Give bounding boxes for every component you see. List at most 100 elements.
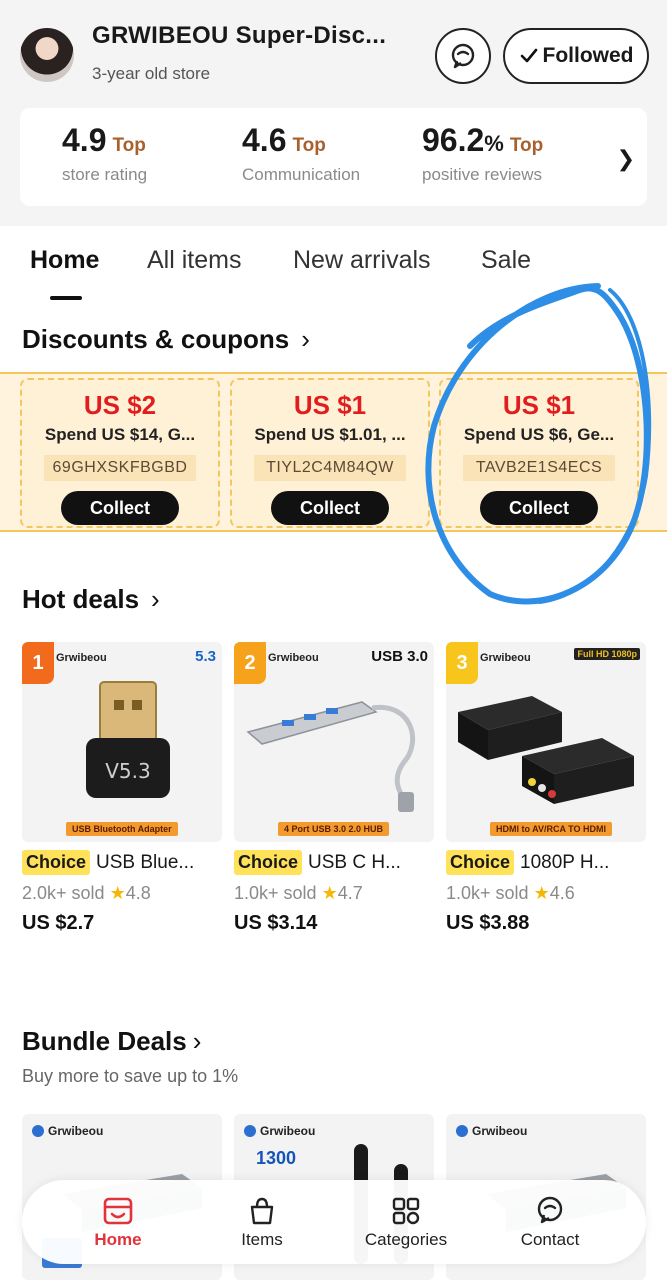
bundle-deals-title: Bundle Deals (22, 1026, 187, 1056)
stat-tag: Top (509, 135, 544, 156)
store-info: GRWIBEOU Super-Disc... 3-year old store … (20, 22, 650, 92)
store-home-icon (103, 1197, 133, 1225)
deal-price: US $2.7 (22, 912, 95, 934)
coupons-section-header[interactable]: Discounts & coupons › (22, 324, 310, 355)
brand-label: Grwibeou (480, 652, 531, 664)
collect-button[interactable]: Collect (271, 491, 389, 525)
hot-deals-title: Hot deals (22, 584, 140, 614)
coupon-amount: US $2 (83, 390, 157, 420)
brand-logo-icon (244, 1125, 256, 1137)
deal-price: US $3.14 (234, 912, 318, 934)
product-banner: HDMI to AV/RCA TO HDMI (490, 822, 612, 836)
stat-store-rating: 4.9 Top store rating (62, 122, 147, 185)
nav-items[interactable]: Items (202, 1192, 322, 1250)
stat-value: 4.9 (62, 122, 107, 158)
corner-tag: 5.3 (195, 648, 216, 665)
categories-grid-icon (392, 1197, 420, 1225)
rating: 4.6 (549, 883, 575, 903)
coupon-amount: US $1 (293, 390, 367, 420)
nav-categories[interactable]: Categories (346, 1192, 466, 1250)
bundle-subtitle: Buy more to save up to 1% (22, 1066, 239, 1086)
coupon-card: US $1 Spend US $1.01, ... TIYL2C4M84QW C… (230, 378, 430, 528)
sold-count: 2.0k+ sold (22, 883, 105, 903)
choice-badge: Choice (446, 850, 515, 875)
collect-button[interactable]: Collect (61, 491, 179, 525)
choice-badge: Choice (234, 850, 303, 875)
deal-meta: 1.0k+ sold ★4.6 (446, 883, 646, 904)
followed-button[interactable]: Followed (503, 28, 649, 84)
product-banner: USB Bluetooth Adapter (66, 822, 178, 836)
corner-tag: USB 3.0 (371, 648, 428, 665)
stat-label: Communication (242, 165, 361, 184)
deal-title: Choice USB Blue... (22, 850, 222, 875)
stat-label: store rating (62, 165, 148, 184)
corner-tag: Full HD 1080p (574, 648, 640, 660)
deal-card[interactable]: 1 Grwibeou 5.3 V5.3 USB Bluetooth Adapte… (22, 642, 222, 935)
nav-contact[interactable]: Contact (490, 1192, 610, 1250)
product-banner: 4 Port USB 3.0 2.0 HUB (278, 822, 390, 836)
brand-label: Grwibeou (244, 1124, 315, 1138)
usb-hub-illustration (246, 701, 415, 812)
store-stats-card[interactable]: 4.9 Top store rating 4.6 Top Communication… (20, 108, 647, 206)
chevron-right-icon[interactable]: ❯ (617, 146, 635, 172)
brand-label: Grwibeou (268, 652, 319, 664)
nav-label: Contact (520, 1230, 580, 1249)
stat-tag: Top (292, 135, 326, 156)
collect-button[interactable]: Collect (480, 491, 598, 525)
star-icon: ★ (321, 883, 338, 903)
star-icon: ★ (533, 883, 550, 903)
brand-label: Grwibeou (56, 652, 107, 664)
tab-all-items[interactable]: All items (147, 246, 241, 275)
chevron-right-icon: › (301, 324, 310, 354)
product-image-hdmi-converter[interactable]: 3 Grwibeou Full HD 1080p HDMI to AV/RCA … (446, 642, 646, 842)
stat-value: 4.6 (242, 122, 287, 158)
deal-title: Choice USB C H... (234, 850, 434, 875)
store-name[interactable]: GRWIBEOU Super-Disc... (92, 22, 422, 50)
coupon-code: TIYL2C4M84QW (254, 455, 406, 481)
coupon-code: TAVB2E1S4ECS (463, 455, 615, 481)
rank-badge: 1 (22, 642, 54, 684)
shopping-bag-icon (250, 1197, 274, 1225)
brand-label: Grwibeou (32, 1124, 103, 1138)
deal-meta: 1.0k+ sold ★4.7 (234, 883, 434, 904)
hot-deals-header[interactable]: Hot deals › (22, 584, 160, 615)
svg-text:V5.3: V5.3 (105, 759, 151, 783)
active-tab-indicator (50, 296, 82, 300)
tab-sale[interactable]: Sale (481, 246, 531, 275)
coupon-condition: Spend US $6, Ge... (463, 425, 615, 444)
deal-card[interactable]: 3 Grwibeou Full HD 1080p HDMI to AV/RCA … (446, 642, 646, 935)
tab-new-arrivals[interactable]: New arrivals (293, 246, 431, 275)
bundle-deals-header[interactable]: Bundle Deals › (22, 1026, 201, 1057)
stat-value: 96.2 (422, 122, 485, 158)
brand-logo-icon (32, 1125, 44, 1137)
coupon-list[interactable]: US $2 Spend US $14, G... 69GHXSKFBGBD Co… (0, 372, 667, 532)
deal-price: US $3.88 (446, 912, 530, 934)
brand-label: Grwibeou (456, 1124, 527, 1138)
stat-positive-reviews: 96.2% Top positive reviews (422, 122, 544, 184)
rating: 4.7 (337, 883, 363, 903)
chevron-right-icon: › (192, 1026, 202, 1056)
store-age: 3-year old store (92, 64, 211, 83)
stat-tag: Top (112, 135, 146, 156)
deal-title: Choice 1080P H... (446, 850, 646, 875)
bottom-navigation: Home Items Categories Contact (22, 1180, 646, 1264)
coupon-code: 69GHXSKFBGBD (44, 455, 196, 481)
tab-home[interactable]: Home (30, 246, 99, 275)
coupon-condition: Spend US $14, G... (44, 425, 196, 444)
coupon-amount: US $1 (502, 390, 576, 420)
contact-chat-icon (537, 1196, 563, 1224)
store-tabs: Home All items New arrivals Sale (0, 246, 667, 302)
wifi-speed-label: 1300 (256, 1148, 297, 1168)
chat-icon (451, 43, 475, 69)
nav-label: Home (94, 1230, 142, 1249)
check-icon (520, 48, 537, 63)
hdmi-converter-illustration (458, 696, 634, 804)
nav-label: Items (241, 1230, 283, 1249)
chat-button[interactable] (435, 28, 491, 84)
sold-count: 1.0k+ sold (234, 883, 317, 903)
deal-card[interactable]: 2 Grwibeou USB 3.0 4 Port USB 3.0 2.0 HU… (234, 642, 434, 935)
product-image-usb-hub[interactable]: 2 Grwibeou USB 3.0 4 Port USB 3.0 2.0 HU… (234, 642, 434, 842)
store-avatar[interactable] (20, 28, 74, 82)
product-image-bluetooth-adapter[interactable]: 1 Grwibeou 5.3 V5.3 USB Bluetooth Adapte… (22, 642, 222, 842)
nav-home[interactable]: Home (58, 1192, 178, 1250)
